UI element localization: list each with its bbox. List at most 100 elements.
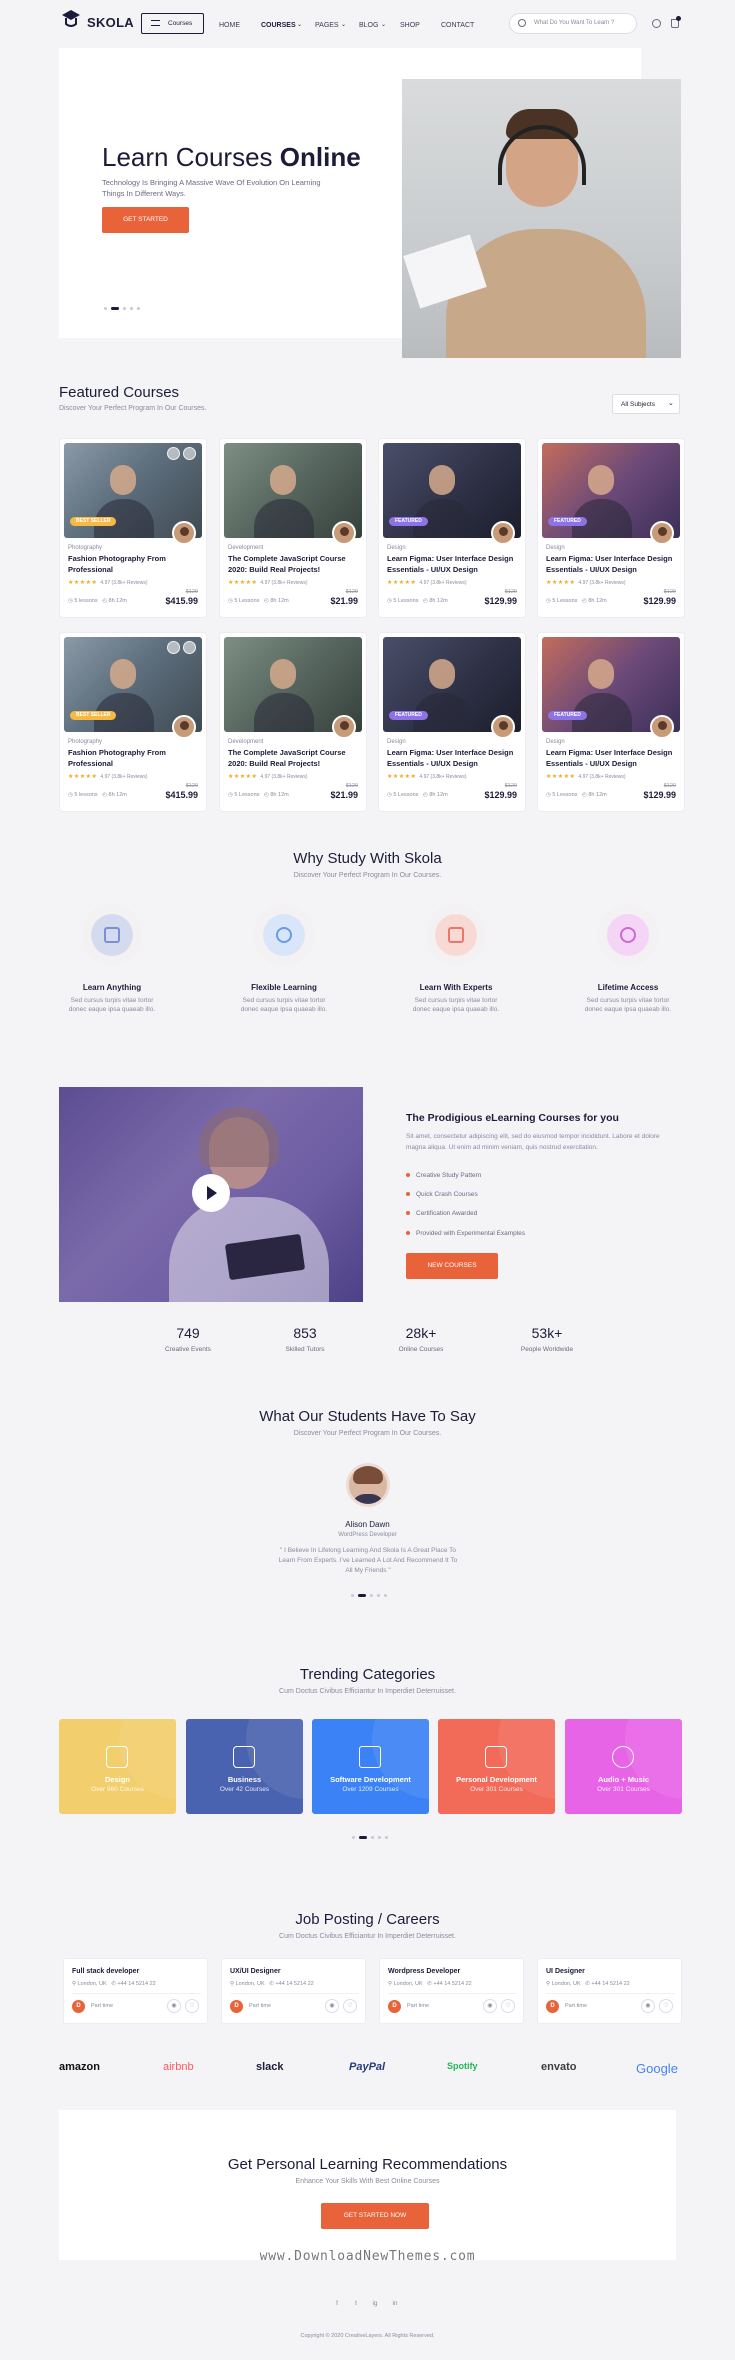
course-rating-text: 4.97 (3.8k+ Reviews) [260, 774, 308, 780]
course-title[interactable]: The Complete JavaScript Course 2020: Bui… [228, 747, 358, 769]
slider-dot[interactable] [385, 1836, 388, 1840]
course-title[interactable]: Learn Figma: User Interface Design Essen… [546, 747, 676, 769]
job-card[interactable]: UI Designer ⚲ London, UK ✆ +44 14 5214 22… [537, 1958, 682, 2024]
course-card[interactable]: FEATURED Design Learn Figma: User Interfac… [378, 632, 526, 812]
nav-pages[interactable]: PAGES [315, 22, 339, 29]
slider-dot-active[interactable] [359, 1836, 367, 1840]
job-title[interactable]: Wordpress Developer [388, 1968, 460, 1975]
hero-slider-dots[interactable] [102, 304, 142, 313]
slider-dot[interactable] [371, 1836, 374, 1840]
slider-dot[interactable] [137, 307, 140, 311]
view-icon[interactable]: ◉ [325, 1999, 339, 2013]
design-category-card[interactable]: Design Over 960 Courses [59, 1719, 176, 1814]
job-card[interactable]: Full stack developer ⚲ London, UK ✆ +44 1… [63, 1958, 208, 2024]
job-contact: ⚲ London, UK ✆ +44 14 5214 22 [388, 1981, 472, 1987]
slider-dot[interactable] [370, 1594, 373, 1598]
course-title[interactable]: The Complete JavaScript Course 2020: Bui… [228, 553, 358, 575]
course-old-price: $120 [185, 589, 198, 595]
business-category-card[interactable]: Business Over 42 Courses [186, 1719, 303, 1814]
trending-dots[interactable] [350, 1833, 390, 1842]
slider-dot[interactable] [377, 1594, 380, 1598]
job-title[interactable]: UI Designer [546, 1968, 585, 1975]
instagram-icon[interactable]: ig [370, 2300, 380, 2310]
new-courses-button[interactable]: NEW COURSES [406, 1253, 498, 1279]
view-icon[interactable]: ◉ [641, 1999, 655, 2013]
course-card[interactable]: Development The Complete JavaScript Cours… [219, 438, 367, 618]
course-title[interactable]: Fashion Photography From Professional [68, 747, 198, 769]
share-icon[interactable] [183, 447, 196, 460]
slider-dot[interactable] [384, 1594, 387, 1598]
facebook-icon[interactable]: f [332, 2300, 342, 2310]
course-card[interactable]: FEATURED Design Learn Figma: User Interfac… [537, 632, 685, 812]
clock-icon: ◴ [264, 598, 269, 604]
job-card[interactable]: Wordpress Developer ⚲ London, UK ✆ +44 14… [379, 1958, 524, 2024]
play-button[interactable] [192, 1174, 230, 1212]
job-title[interactable]: Full stack developer [72, 1968, 139, 1975]
slider-dot-active[interactable] [358, 1594, 366, 1598]
instructor-avatar[interactable] [650, 521, 674, 545]
course-title[interactable]: Learn Figma: User Interface Design Essen… [387, 747, 517, 769]
audio-music-category-card[interactable]: Audio + Music Over 301 Courses [565, 1719, 682, 1814]
courses-button[interactable]: Courses [141, 13, 204, 34]
instructor-avatar[interactable] [332, 521, 356, 545]
search-input[interactable]: What Do You Want To Learn ? [534, 20, 614, 26]
twitter-icon[interactable]: t [351, 2300, 361, 2310]
nav-courses[interactable]: COURSES [261, 22, 296, 29]
heart-icon[interactable]: ♡ [501, 1999, 515, 2013]
subject-filter-select[interactable]: All Subjects ⌄ [612, 394, 680, 414]
linkedin-icon[interactable]: in [390, 2300, 400, 2310]
testimonial-avatar [346, 1463, 390, 1507]
instructor-avatar[interactable] [491, 715, 515, 739]
course-card[interactable]: FEATURED Design Learn Figma: User Interfac… [378, 438, 526, 618]
course-title[interactable]: Learn Figma: User Interface Design Essen… [387, 553, 517, 575]
logo-icon[interactable] [60, 8, 82, 30]
testimonial-dots[interactable] [349, 1591, 389, 1600]
job-title[interactable]: UX/UI Designer [230, 1968, 281, 1975]
job-location: London, UK [77, 1981, 107, 1987]
heart-icon[interactable]: ♡ [185, 1999, 199, 2013]
star-rating-icon: ★★★★★ [68, 580, 98, 586]
instructor-avatar[interactable] [332, 715, 356, 739]
view-icon[interactable]: ◉ [483, 1999, 497, 2013]
slider-dot[interactable] [123, 307, 126, 311]
job-card[interactable]: UX/UI Designer ⚲ London, UK ✆ +44 14 5214… [221, 1958, 366, 2024]
slider-dot-active[interactable] [111, 307, 119, 311]
course-title[interactable]: Fashion Photography From Professional [68, 553, 198, 575]
get-started-button[interactable]: GET STARTED [102, 207, 189, 233]
instructor-avatar[interactable] [491, 521, 515, 545]
nav-home[interactable]: HOME [219, 22, 240, 29]
slider-dot[interactable] [104, 307, 107, 311]
feature-icon-ring [597, 904, 659, 966]
heart-icon[interactable]: ♡ [659, 1999, 673, 2013]
course-price: $129.99 [484, 596, 517, 606]
view-icon[interactable]: ◉ [167, 1999, 181, 2013]
brand-name[interactable]: SKOLA [87, 15, 134, 30]
wishlist-icon[interactable] [167, 641, 180, 654]
course-title[interactable]: Learn Figma: User Interface Design Essen… [546, 553, 676, 575]
get-started-now-button[interactable]: GET STARTED NOW [321, 2203, 429, 2229]
user-icon[interactable] [652, 19, 661, 28]
share-icon[interactable] [183, 641, 196, 654]
personal-development-category-card[interactable]: Personal Development Over 301 Courses [438, 1719, 555, 1814]
software-development-category-card[interactable]: Software Development Over 1209 Courses [312, 1719, 429, 1814]
briefcase-icon [233, 1746, 255, 1768]
slider-dot[interactable] [378, 1836, 381, 1840]
search-box[interactable]: What Do You Want To Learn ? [509, 13, 637, 34]
video-thumbnail[interactable] [59, 1087, 363, 1302]
slider-dot[interactable] [352, 1836, 355, 1840]
instructor-avatar[interactable] [172, 715, 196, 739]
nav-blog[interactable]: BLOG [359, 22, 378, 29]
slider-dot[interactable] [351, 1594, 354, 1598]
wishlist-icon[interactable] [167, 447, 180, 460]
nav-contact[interactable]: CONTACT [441, 22, 474, 29]
course-card[interactable]: BEST SELLER Photography Fashion Photograph… [59, 438, 207, 618]
course-card[interactable]: Development The Complete JavaScript Cours… [219, 632, 367, 812]
course-duration: 8h 12m [588, 598, 607, 604]
instructor-avatar[interactable] [650, 715, 674, 739]
course-card[interactable]: FEATURED Design Learn Figma: User Interfac… [537, 438, 685, 618]
slider-dot[interactable] [130, 307, 133, 311]
heart-icon[interactable]: ♡ [343, 1999, 357, 2013]
nav-shop[interactable]: SHOP [400, 22, 420, 29]
instructor-avatar[interactable] [172, 521, 196, 545]
course-card[interactable]: BEST SELLER Photography Fashion Photograph… [59, 632, 207, 812]
